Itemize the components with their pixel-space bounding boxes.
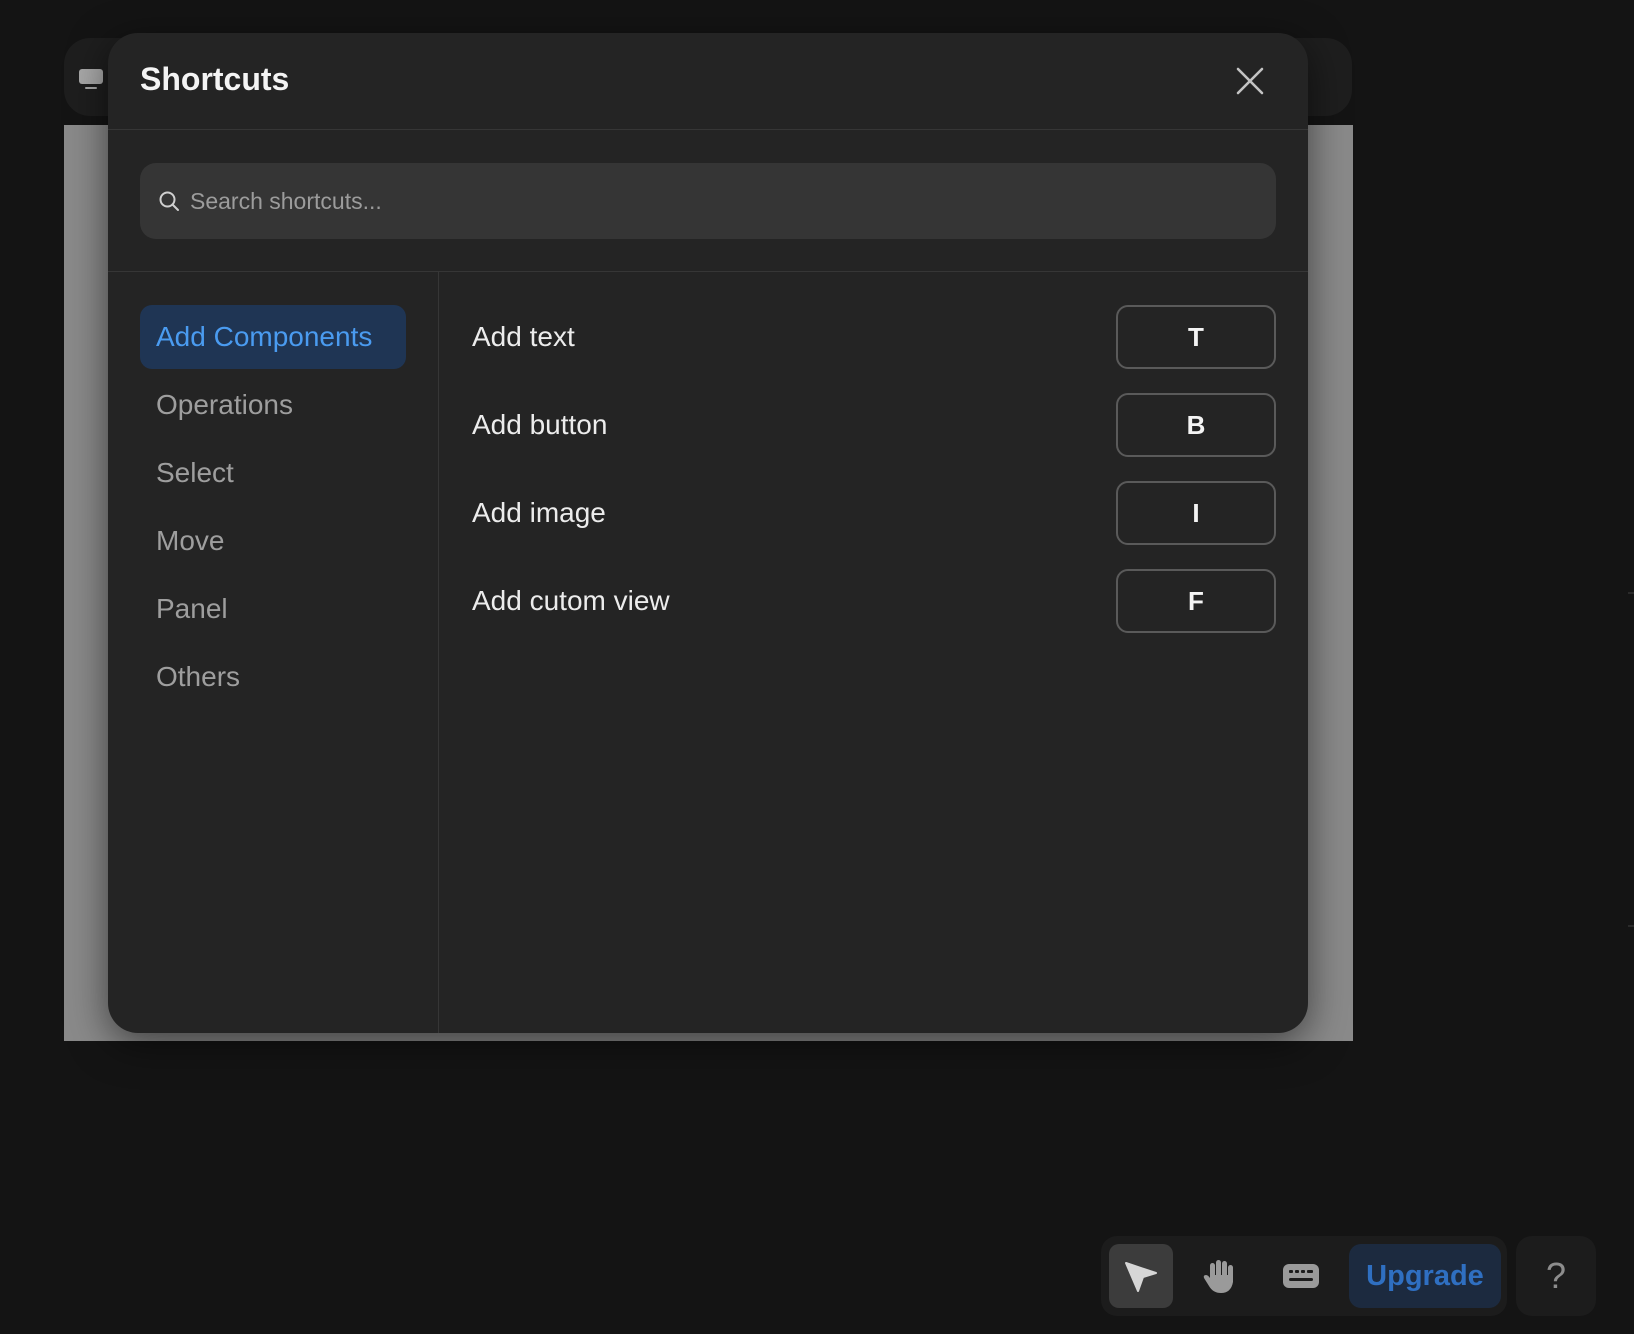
category-item-operations[interactable]: Operations [140,373,406,437]
category-item-panel[interactable]: Panel [140,577,406,641]
divider [438,272,439,1033]
shortcut-key-badge: F [1116,569,1276,633]
shortcut-label: Add image [472,497,606,528]
category-item-move[interactable]: Move [140,509,406,573]
desktop-icon[interactable] [78,66,104,92]
upgrade-button[interactable]: Upgrade [1349,1244,1501,1308]
shortcut-row: Add image I [472,481,1276,545]
category-item-others[interactable]: Others [140,645,406,709]
shortcut-row: Add cutom view F [472,569,1276,633]
canvas-edge-mark [1628,925,1634,927]
search-box[interactable] [140,163,1276,239]
category-item-select[interactable]: Select [140,441,406,505]
shortcut-label: Add button [472,409,608,440]
help-button[interactable]: ? [1516,1236,1596,1316]
shortcuts-modal: Shortcuts Add Components Operations Sele… [108,33,1308,1033]
shortcut-label: Add text [472,321,575,352]
category-item-add-components[interactable]: Add Components [140,305,406,369]
keyboard-icon [1283,1264,1319,1288]
modal-header: Shortcuts [108,33,1308,130]
shortcut-key-badge: I [1116,481,1276,545]
close-icon[interactable] [1232,63,1268,99]
hand-tool-button[interactable] [1189,1244,1253,1308]
shortcut-row: Add button B [472,393,1276,457]
canvas-edge-mark [1628,592,1634,594]
pointer-icon [1125,1262,1157,1292]
category-sidebar: Add Components Operations Select Move Pa… [140,305,406,713]
shortcut-key-badge: T [1116,305,1276,369]
divider [108,271,1308,272]
pointer-tool-button[interactable] [1109,1244,1173,1308]
search-input[interactable] [188,163,1258,239]
shortcut-list: Add text T Add button B Add image I Add … [472,305,1276,657]
shortcut-key-badge: B [1116,393,1276,457]
hand-icon [1203,1260,1233,1293]
search-icon [159,191,179,211]
modal-title: Shortcuts [140,61,290,97]
shortcut-label: Add cutom view [472,585,670,616]
shortcut-row: Add text T [472,305,1276,369]
bottom-toolbar: Upgrade [1101,1236,1507,1316]
keyboard-tool-button[interactable] [1269,1244,1333,1308]
